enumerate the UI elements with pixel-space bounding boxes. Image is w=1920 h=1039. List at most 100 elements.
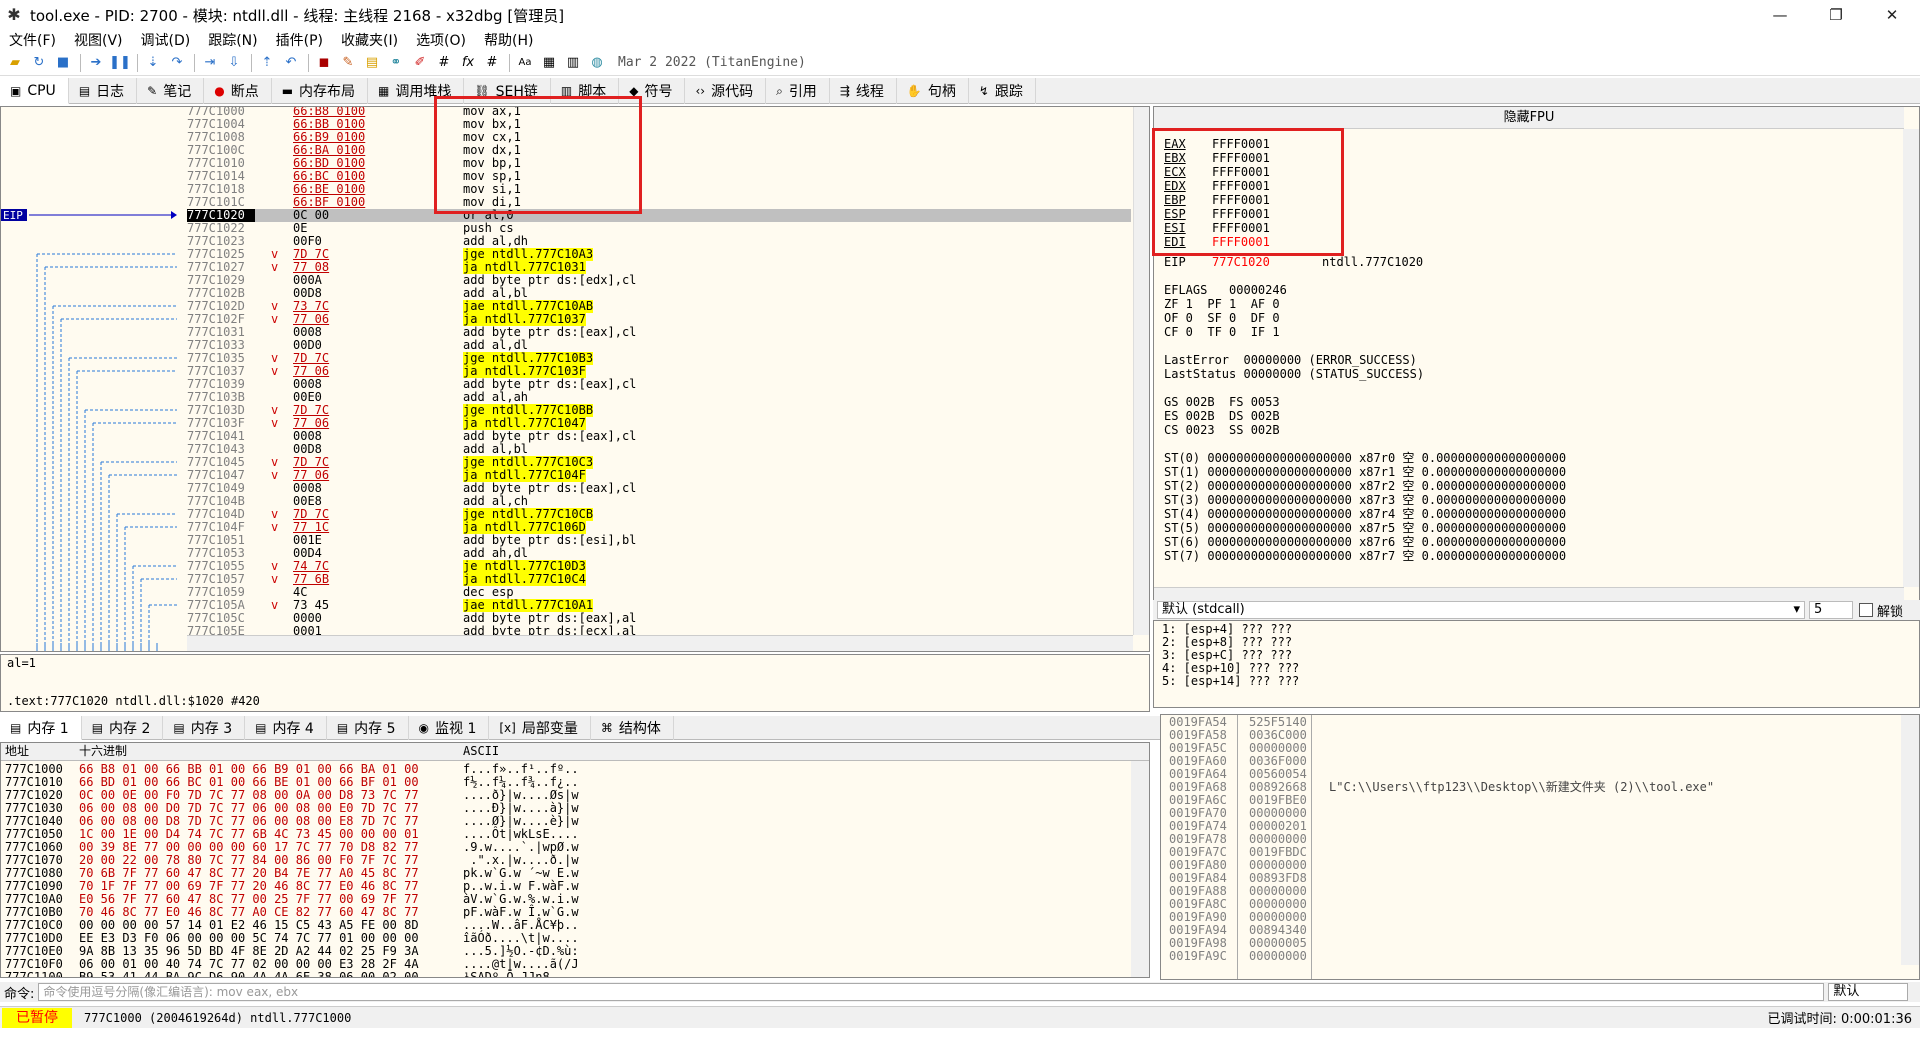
disasm-row[interactable]: 777C1047 v 77 06 ja ntdll.777C104F (187, 469, 1131, 482)
eflags-row[interactable]: EFLAGS 00000246 (1164, 283, 1904, 297)
segment-row[interactable]: CS 0023 SS 002B (1164, 423, 1904, 437)
tab-handle[interactable]: ✋ 句柄 (897, 78, 969, 104)
register-value[interactable]: 777C1020 (1212, 255, 1322, 269)
disasm-row[interactable]: 777C1049 0008 add byte ptr ds:[eax],cl (187, 482, 1131, 495)
menu-item[interactable]: 文件(F) (0, 30, 65, 50)
arg-count-spinner[interactable]: 5 (1809, 601, 1853, 619)
run-icon[interactable]: ➔ (85, 53, 107, 73)
function-icon[interactable]: fx (457, 53, 479, 73)
menu-item[interactable]: 插件(P) (267, 30, 332, 50)
fpu-row[interactable]: ST(6) 00000000000000000000 x87r6 空 0.000… (1164, 535, 1904, 549)
calling-convention-select[interactable]: 默认 (stdcall) ▾ (1157, 601, 1805, 619)
menu-item[interactable]: 跟踪(N) (199, 30, 266, 50)
unlock-checkbox[interactable] (1859, 603, 1873, 617)
stack-panel[interactable]: 0019FA54 525F5140 0019FA58 0036C000 0019FA5C… (1160, 714, 1920, 980)
command-input[interactable]: 命令使用逗号分隔(像汇编语言): mov eax, ebx (38, 983, 1825, 1001)
tab-reference[interactable]: ⌕ 引用 (766, 78, 830, 104)
breakpoint-gutter[interactable] (177, 107, 185, 651)
memory-dump-panel[interactable]: 地址 十六进制 ASCII 777C1000 66 B8 01 00 66 BB … (0, 742, 1150, 978)
dump-ascii[interactable]: ¹SADº.Ö.JJn8.... (463, 971, 603, 978)
comment-icon[interactable]: ▤ (361, 53, 383, 73)
dump-tab[interactable]: ▤ 内存 1 (0, 716, 82, 740)
disasm-row[interactable]: 777C1031 0008 add byte ptr ds:[eax],cl (187, 326, 1131, 339)
menu-item[interactable]: 视图(V) (65, 30, 132, 50)
stop-icon[interactable]: ■ (52, 53, 74, 73)
globe-icon[interactable]: ◍ (586, 53, 608, 73)
hash-icon[interactable]: # (433, 53, 455, 73)
disasm-row[interactable]: 777C103F v 77 06 ja ntdll.777C1047 (187, 417, 1131, 430)
menu-item[interactable]: 帮助(H) (475, 30, 542, 50)
restart-icon[interactable]: ↻ (28, 53, 50, 73)
tab-notes[interactable]: ✎ 笔记 (137, 78, 205, 104)
disasm-row[interactable]: 777C1039 0008 add byte ptr ds:[eax],cl (187, 378, 1131, 391)
disasm-row[interactable]: 777C1022 0E push cs (187, 222, 1131, 235)
execute-till-return-icon[interactable]: ⇡ (256, 53, 278, 73)
trace-over-icon[interactable]: ⇩ (223, 53, 245, 73)
fpu-row[interactable]: ST(4) 00000000000000000000 x87r4 空 0.000… (1164, 507, 1904, 521)
close-button[interactable]: ✕ (1864, 0, 1920, 30)
tab-breakpoint[interactable]: ● 断点 (204, 78, 272, 104)
tab-trace[interactable]: ↯ 跟踪 (969, 78, 1036, 104)
dump-tab[interactable]: ⌘ 结构体 (591, 716, 674, 740)
hide-fpu-button[interactable]: 隐藏FPU (1154, 107, 1904, 129)
dump-hex[interactable]: B9 53 41 44 BA 9C D6 90 4A 4A 6E 38 06 0… (79, 971, 459, 978)
segment-row[interactable]: GS 002B FS 0053 (1164, 395, 1904, 409)
minimize-button[interactable]: — (1752, 0, 1808, 30)
tab-source[interactable]: ‹› 源代码 (685, 78, 767, 104)
dump-tab[interactable]: ▤ 内存 3 (163, 716, 246, 740)
fpu-row[interactable]: ST(7) 00000000000000000000 x87r7 空 0.000… (1164, 549, 1904, 563)
vertical-scrollbar[interactable] (1133, 107, 1149, 635)
lasterror-row[interactable]: LastError 00000000 (ERROR_SUCCESS) (1164, 353, 1904, 367)
strings-icon[interactable]: Aa (514, 53, 536, 73)
register-row-eip[interactable]: EIP 777C1020 ntdll.777C1020 (1164, 255, 1904, 269)
disasm-row[interactable]: 777C105C 0000 add byte ptr ds:[eax],al (187, 612, 1131, 625)
pause-icon[interactable]: ❚❚ (109, 53, 131, 73)
flags-row[interactable]: OF 0 SF 0 DF 0 (1164, 311, 1904, 325)
disasm-row[interactable]: 777C1020 0C 00 or al,0 (187, 209, 1131, 222)
settings-icon[interactable]: ▥ (562, 53, 584, 73)
scylla-icon[interactable]: ◼ (313, 53, 335, 73)
menu-item[interactable]: 收藏夹(I) (332, 30, 407, 50)
register-scrollbar[interactable] (1903, 129, 1919, 587)
callstack-arg-row[interactable]: 5: [esp+14] ??? ??? (1162, 675, 1911, 688)
segment-row[interactable]: ES 002B DS 002B (1164, 409, 1904, 423)
disasm-row[interactable]: 777C102F v 77 06 ja ntdll.777C1037 (187, 313, 1131, 326)
fpu-row[interactable]: ST(2) 00000000000000000000 x87r2 空 0.000… (1164, 479, 1904, 493)
disassembly-list[interactable]: 777C1000 66:B8 0100 mov ax,1 777C1004 66:BB … (187, 107, 1131, 638)
run-to-user-code-icon[interactable]: ↶ (280, 53, 302, 73)
patch-icon[interactable]: ✎ (337, 53, 359, 73)
flags-row[interactable]: ZF 1 PF 1 AF 0 (1164, 297, 1904, 311)
step-over-icon[interactable]: ↷ (166, 53, 188, 73)
callstack-args-list[interactable]: 1: [esp+4] ??? ??? 2: [esp+8] ??? ??? 3: [… (1153, 620, 1920, 708)
step-into-icon[interactable]: ⇣ (142, 53, 164, 73)
fpu-row[interactable]: ST(3) 00000000000000000000 x87r3 空 0.000… (1164, 493, 1904, 507)
tab-log[interactable]: ▤ 日志 (69, 78, 138, 104)
dump-tab[interactable]: ▤ 内存 2 (82, 716, 164, 740)
menu-item[interactable]: 选项(O) (407, 30, 475, 50)
tab-cpu[interactable]: ▣ CPU (0, 78, 69, 104)
dump-scrollbar[interactable] (1131, 761, 1149, 977)
laststatus-row[interactable]: LastStatus 00000000 (STATUS_SUCCESS) (1164, 367, 1904, 381)
disasm-row[interactable]: 777C105A v 73 45 jae ntdll.777C10A1 (187, 599, 1131, 612)
tab-thread[interactable]: ⇶ 线程 (830, 78, 897, 104)
disasm-row[interactable]: 777C1041 0008 add byte ptr ds:[eax],cl (187, 430, 1131, 443)
disasm-row[interactable]: 777C1037 v 77 06 ja ntdll.777C103F (187, 365, 1131, 378)
dump-tab[interactable]: [x] 局部变量 (489, 716, 591, 740)
fpu-row[interactable]: ST(5) 00000000000000000000 x87r5 空 0.000… (1164, 521, 1904, 535)
disasm-row[interactable]: 777C1029 000A add byte ptr ds:[edx],cl (187, 274, 1131, 287)
disasm-row[interactable]: 777C1057 v 77 6B ja ntdll.777C10C4 (187, 573, 1131, 586)
dump-tab[interactable]: ◉ 监视 1 (409, 716, 490, 740)
tab-memory-map[interactable]: ▬ 内存布局 (272, 78, 369, 104)
label-icon[interactable]: ⚭ (385, 53, 407, 73)
menu-item[interactable]: 调试(D) (132, 30, 200, 50)
fpu-row[interactable]: ST(0) 00000000000000000000 x87r0 空 0.000… (1164, 451, 1904, 465)
disasm-row[interactable]: 777C1051 001E add byte ptr ds:[esi],bl (187, 534, 1131, 547)
pound-icon[interactable]: # (481, 53, 503, 73)
stack-scrollbar[interactable] (1901, 715, 1919, 965)
dump-tab[interactable]: ▤ 内存 5 (327, 716, 409, 740)
flags-row[interactable]: CF 0 TF 0 IF 1 (1164, 325, 1904, 339)
trace-into-icon[interactable]: ⇥ (199, 53, 221, 73)
horizontal-scrollbar[interactable] (187, 635, 1133, 651)
command-mode-select[interactable]: 默认 (1828, 983, 1909, 1001)
fpu-row[interactable]: ST(1) 00000000000000000000 x87r1 空 0.000… (1164, 465, 1904, 479)
